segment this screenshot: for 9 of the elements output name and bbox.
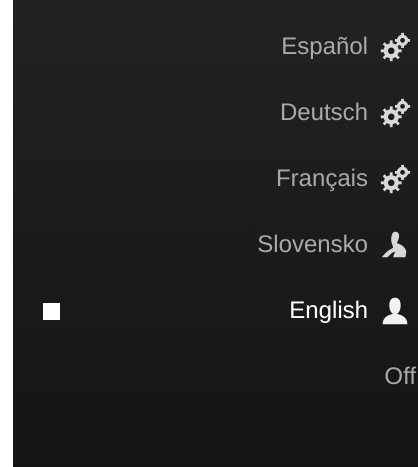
language-item[interactable]: Slovensko: [60, 231, 378, 259]
gears-icon: [378, 96, 412, 130]
language-item[interactable]: English: [60, 297, 378, 325]
language-item[interactable]: Off: [60, 363, 416, 391]
language-item[interactable]: Español: [60, 33, 378, 61]
language-item[interactable]: Français: [60, 165, 378, 193]
language-item[interactable]: Deutsch: [60, 99, 378, 127]
gears-icon: [378, 162, 412, 196]
gears-icon: [378, 30, 412, 64]
